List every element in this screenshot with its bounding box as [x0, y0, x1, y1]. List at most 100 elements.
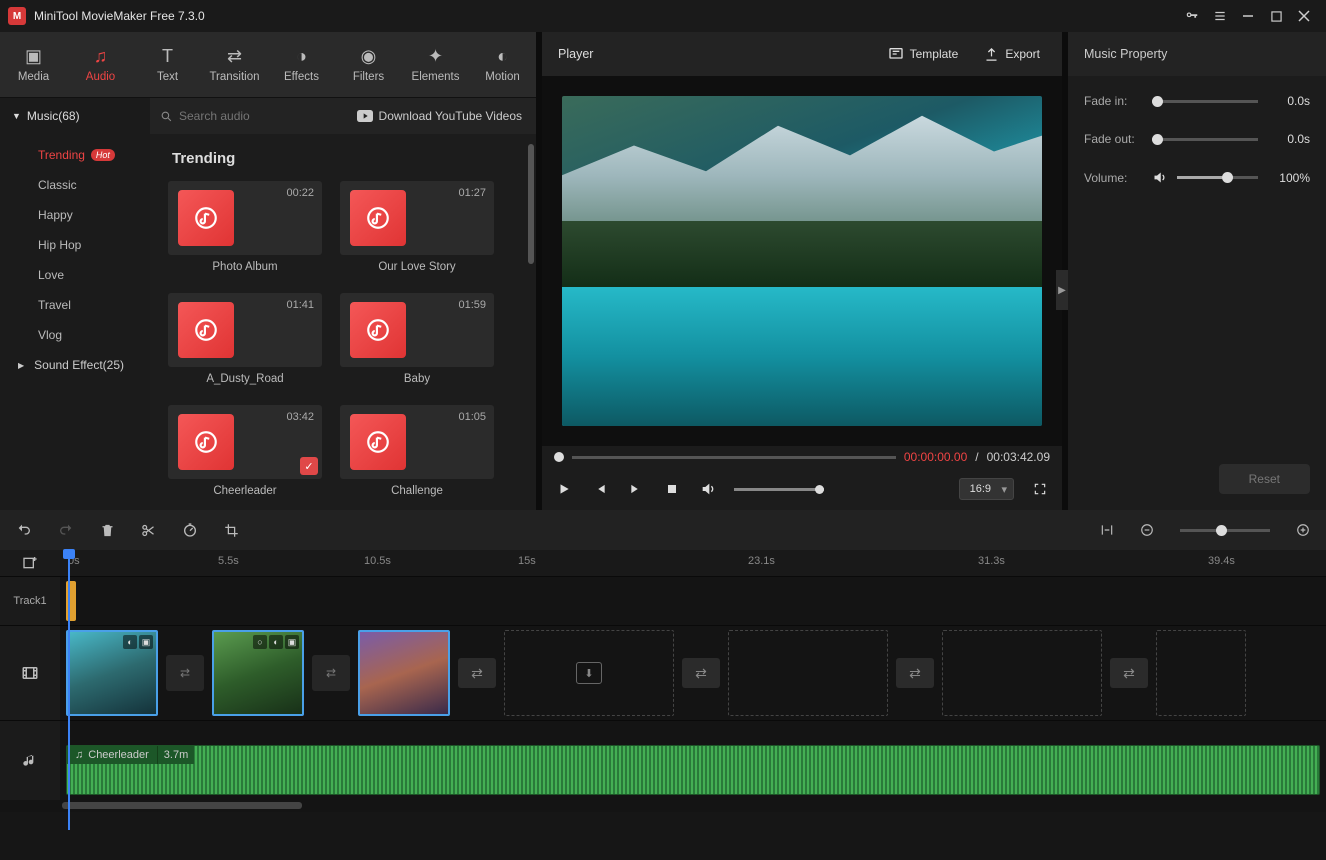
maximize-button[interactable] — [1262, 2, 1290, 30]
key-icon[interactable] — [1178, 2, 1206, 30]
scrollbar[interactable] — [528, 144, 534, 264]
audio-card-name: Our Love Story — [340, 255, 494, 279]
volume-prop-slider[interactable] — [1177, 176, 1258, 179]
tab-audio[interactable]: ♫Audio — [67, 32, 134, 97]
video-track-icon — [0, 626, 60, 720]
crop-button[interactable] — [224, 523, 239, 538]
tab-text[interactable]: TText — [134, 32, 201, 97]
stop-button[interactable] — [662, 479, 682, 499]
audio-card[interactable]: 03:42 ✓ Cheerleader — [168, 405, 322, 503]
playhead[interactable] — [68, 550, 70, 830]
zoom-out-button[interactable] — [1140, 523, 1154, 537]
transition-slot[interactable]: ⇄ — [682, 658, 720, 688]
fullscreen-button[interactable] — [1030, 479, 1050, 499]
audio-card[interactable]: 00:22Photo Album — [168, 181, 322, 279]
speed-button[interactable] — [182, 522, 198, 538]
audio-card[interactable]: 01:59Baby — [340, 293, 494, 391]
search-icon — [160, 110, 173, 123]
category-item-soundeffect[interactable]: ▶Sound Effect(25) — [0, 350, 150, 380]
motion-icon: ◐ — [497, 46, 508, 67]
export-button[interactable]: Export — [978, 43, 1046, 66]
empty-clip-slot[interactable] — [1156, 630, 1246, 716]
category-header[interactable]: ▼ Music(68) — [0, 98, 150, 134]
transition-slot[interactable]: ⇄ — [458, 658, 496, 688]
transition-slot[interactable]: ⇄ — [166, 655, 204, 691]
undo-button[interactable] — [16, 522, 32, 538]
category-item-hiphop[interactable]: Hip Hop — [0, 230, 150, 260]
audio-card-name: Cheerleader — [168, 479, 322, 503]
category-item-travel[interactable]: Travel — [0, 290, 150, 320]
scrub-track[interactable] — [572, 456, 896, 459]
search-input[interactable] — [179, 109, 299, 123]
check-icon: ✓ — [300, 457, 318, 475]
add-track-button[interactable] — [0, 550, 60, 576]
player-scrubber[interactable]: 00:00:00.00 / 00:03:42.09 — [542, 446, 1062, 468]
volume-label: Volume: — [1084, 171, 1142, 185]
video-track[interactable]: ◐▣ ⇄ ○◐▣ ⇄ ⇄ ⬇ ⇄ ⇄ ⇄ — [60, 626, 1326, 720]
transition-slot[interactable]: ⇄ — [312, 655, 350, 691]
template-button[interactable]: Template — [882, 42, 965, 66]
fit-button[interactable] — [1100, 523, 1114, 537]
video-clip[interactable] — [358, 630, 450, 716]
fade-in-slider[interactable] — [1152, 100, 1258, 103]
app-logo: M — [8, 7, 26, 25]
next-frame-button[interactable] — [626, 479, 646, 499]
timeline-ruler[interactable]: 0s5.5s10.5s15s23.1s31.3s39.4s — [60, 550, 1326, 576]
folder-icon: ▣ — [25, 46, 42, 67]
aspect-ratio-select[interactable]: 16:9 — [959, 478, 1014, 500]
audio-duration: 01:59 — [458, 299, 486, 311]
audio-duration: 03:42 — [286, 411, 314, 423]
audio-card[interactable]: 01:27Our Love Story — [340, 181, 494, 279]
category-item-love[interactable]: Love — [0, 260, 150, 290]
empty-clip-slot[interactable] — [942, 630, 1102, 716]
category-item-trending[interactable]: TrendingHot — [0, 140, 150, 170]
category-item-classic[interactable]: Classic — [0, 170, 150, 200]
transition-slot[interactable]: ⇄ — [896, 658, 934, 688]
audio-card[interactable]: 01:41A_Dusty_Road — [168, 293, 322, 391]
video-clip[interactable]: ○◐▣ — [212, 630, 304, 716]
minimize-button[interactable] — [1234, 2, 1262, 30]
empty-clip-slot[interactable]: ⬇ — [504, 630, 674, 716]
delete-button[interactable] — [100, 523, 115, 538]
tab-transition[interactable]: ⇄Transition — [201, 32, 268, 97]
volume-icon[interactable] — [698, 479, 718, 499]
play-button[interactable] — [554, 479, 574, 499]
audio-clip[interactable]: ♫Cheerleader 3.7m — [66, 745, 1320, 795]
prev-frame-button[interactable] — [590, 479, 610, 499]
video-clip[interactable]: ◐▣ — [66, 630, 158, 716]
tab-elements[interactable]: ✦Elements — [402, 32, 469, 97]
ruler-tick: 15s — [518, 555, 536, 567]
volume-value: 100% — [1268, 171, 1310, 185]
category-item-happy[interactable]: Happy — [0, 200, 150, 230]
zoom-slider[interactable] — [1180, 529, 1270, 532]
ruler-tick: 39.4s — [1208, 555, 1235, 567]
audio-card[interactable]: 01:05Challenge — [340, 405, 494, 503]
reset-button[interactable]: Reset — [1219, 464, 1310, 494]
panel-collapse-handle[interactable]: ▶ — [1056, 270, 1068, 310]
audio-track[interactable]: ♫Cheerleader 3.7m — [60, 721, 1326, 800]
clip-layer-icon: ▣ — [285, 635, 299, 649]
volume-slider[interactable] — [734, 488, 824, 491]
download-youtube-link[interactable]: Download YouTube Videos — [343, 98, 536, 134]
tab-media[interactable]: ▣ Media — [0, 32, 67, 97]
transition-slot[interactable]: ⇄ — [1110, 658, 1148, 688]
filters-icon: ◉ — [361, 46, 377, 67]
fade-out-slider[interactable] — [1152, 138, 1258, 141]
speaker-icon[interactable] — [1152, 170, 1167, 185]
tab-filters[interactable]: ◉Filters — [335, 32, 402, 97]
close-button[interactable] — [1290, 2, 1318, 30]
property-panel: Music Property Fade in: 0.0s Fade out: 0… — [1068, 32, 1326, 510]
zoom-in-button[interactable] — [1296, 523, 1310, 537]
redo-button[interactable] — [58, 522, 74, 538]
scrub-handle[interactable] — [554, 452, 564, 462]
text-track[interactable] — [60, 577, 1326, 625]
tab-effects[interactable]: ◑Effects — [268, 32, 335, 97]
tab-motion[interactable]: ◐Motion — [469, 32, 536, 97]
timeline-h-scrollbar[interactable] — [0, 800, 1326, 812]
tab-label: Media — [18, 71, 49, 83]
category-item-vlog[interactable]: Vlog — [0, 320, 150, 350]
split-button[interactable] — [141, 523, 156, 538]
player-title: Player — [558, 47, 868, 61]
empty-clip-slot[interactable] — [728, 630, 888, 716]
menu-icon[interactable] — [1206, 2, 1234, 30]
